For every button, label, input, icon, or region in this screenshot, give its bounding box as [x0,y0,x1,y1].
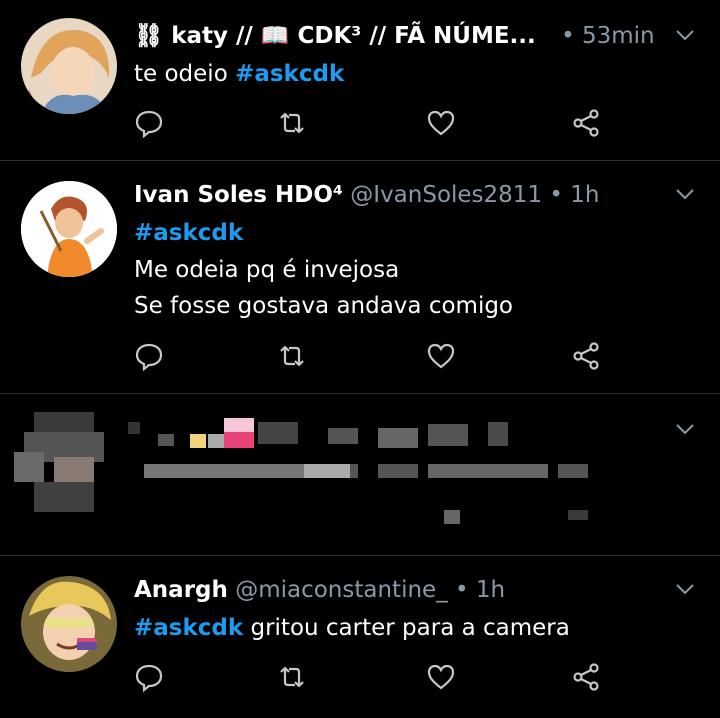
avatar[interactable] [21,18,117,114]
share-icon[interactable] [571,341,605,375]
tweet-header: Anargh @miaconstantine_ • 1h [134,574,505,606]
heart-icon[interactable] [426,108,460,142]
chevron-down-icon[interactable] [674,24,696,46]
timestamp[interactable]: 1h [570,182,599,208]
avatar[interactable] [21,181,117,277]
tweet-text: #askcdk gritou carter para a camera [134,610,570,646]
reply-icon[interactable] [134,108,168,142]
chevron-down-icon[interactable] [674,578,696,600]
author-name[interactable]: Ivan Soles HDO⁴ [134,182,343,208]
hashtag-link[interactable]: #askcdk [134,220,243,246]
tweet-text-line: Me odeia pq é invejosa [134,257,400,283]
hashtag-link[interactable]: #askcdk [134,615,243,641]
separator-dot: • [549,182,563,208]
timestamp[interactable]: 53min [582,23,655,49]
avatar[interactable] [21,576,117,672]
retweet-icon[interactable] [277,341,311,375]
tweet-censored[interactable] [0,394,720,554]
separator-dot: • [455,577,469,603]
tweet-katy[interactable]: ⛓ katy // 📖 CDK³ // FÃ NÚME... • 53min t… [0,0,720,160]
tweet-header: ⛓ katy // 📖 CDK³ // FÃ NÚME... • 53min [134,20,655,52]
tweet-header: Ivan Soles HDO⁴ @IvanSoles2811 • 1h [134,179,600,211]
author-name[interactable]: ⛓ katy // 📖 CDK³ // FÃ NÚME... [134,23,536,49]
tweet-actions [134,341,614,375]
reply-icon[interactable] [134,662,168,696]
tweet-text-plain: gritou carter para a camera [243,615,570,641]
share-icon[interactable] [571,662,605,696]
tweet-actions [134,662,614,696]
tweet-anargh[interactable]: Anargh @miaconstantine_ • 1h #askcdk gri… [0,556,720,718]
tweet-text-line: Se fosse gostava andava comigo [134,293,514,319]
share-icon[interactable] [571,108,605,142]
timestamp[interactable]: 1h [476,577,505,603]
author-handle[interactable]: @miaconstantine_ [235,577,448,603]
heart-icon[interactable] [426,341,460,375]
tweet-text: te odeio #askcdk [134,56,344,92]
tweet-text-line: #askcdk [134,215,243,251]
author-handle[interactable]: @IvanSoles2811 [350,182,542,208]
author-name[interactable]: Anargh [134,577,228,603]
separator-dot: • [561,23,575,49]
pixelated-text [128,414,648,534]
tweet-text-plain: te odeio [134,61,236,87]
reply-icon[interactable] [134,341,168,375]
chevron-down-icon[interactable] [674,183,696,205]
tweet-actions [134,108,614,142]
chevron-down-icon[interactable] [674,418,696,440]
tweet-ivan[interactable]: Ivan Soles HDO⁴ @IvanSoles2811 • 1h #ask… [0,161,720,393]
heart-icon[interactable] [426,662,460,696]
retweet-icon[interactable] [277,108,311,142]
retweet-icon[interactable] [277,662,311,696]
pixelated-avatar [14,412,124,512]
hashtag-link[interactable]: #askcdk [235,61,344,87]
